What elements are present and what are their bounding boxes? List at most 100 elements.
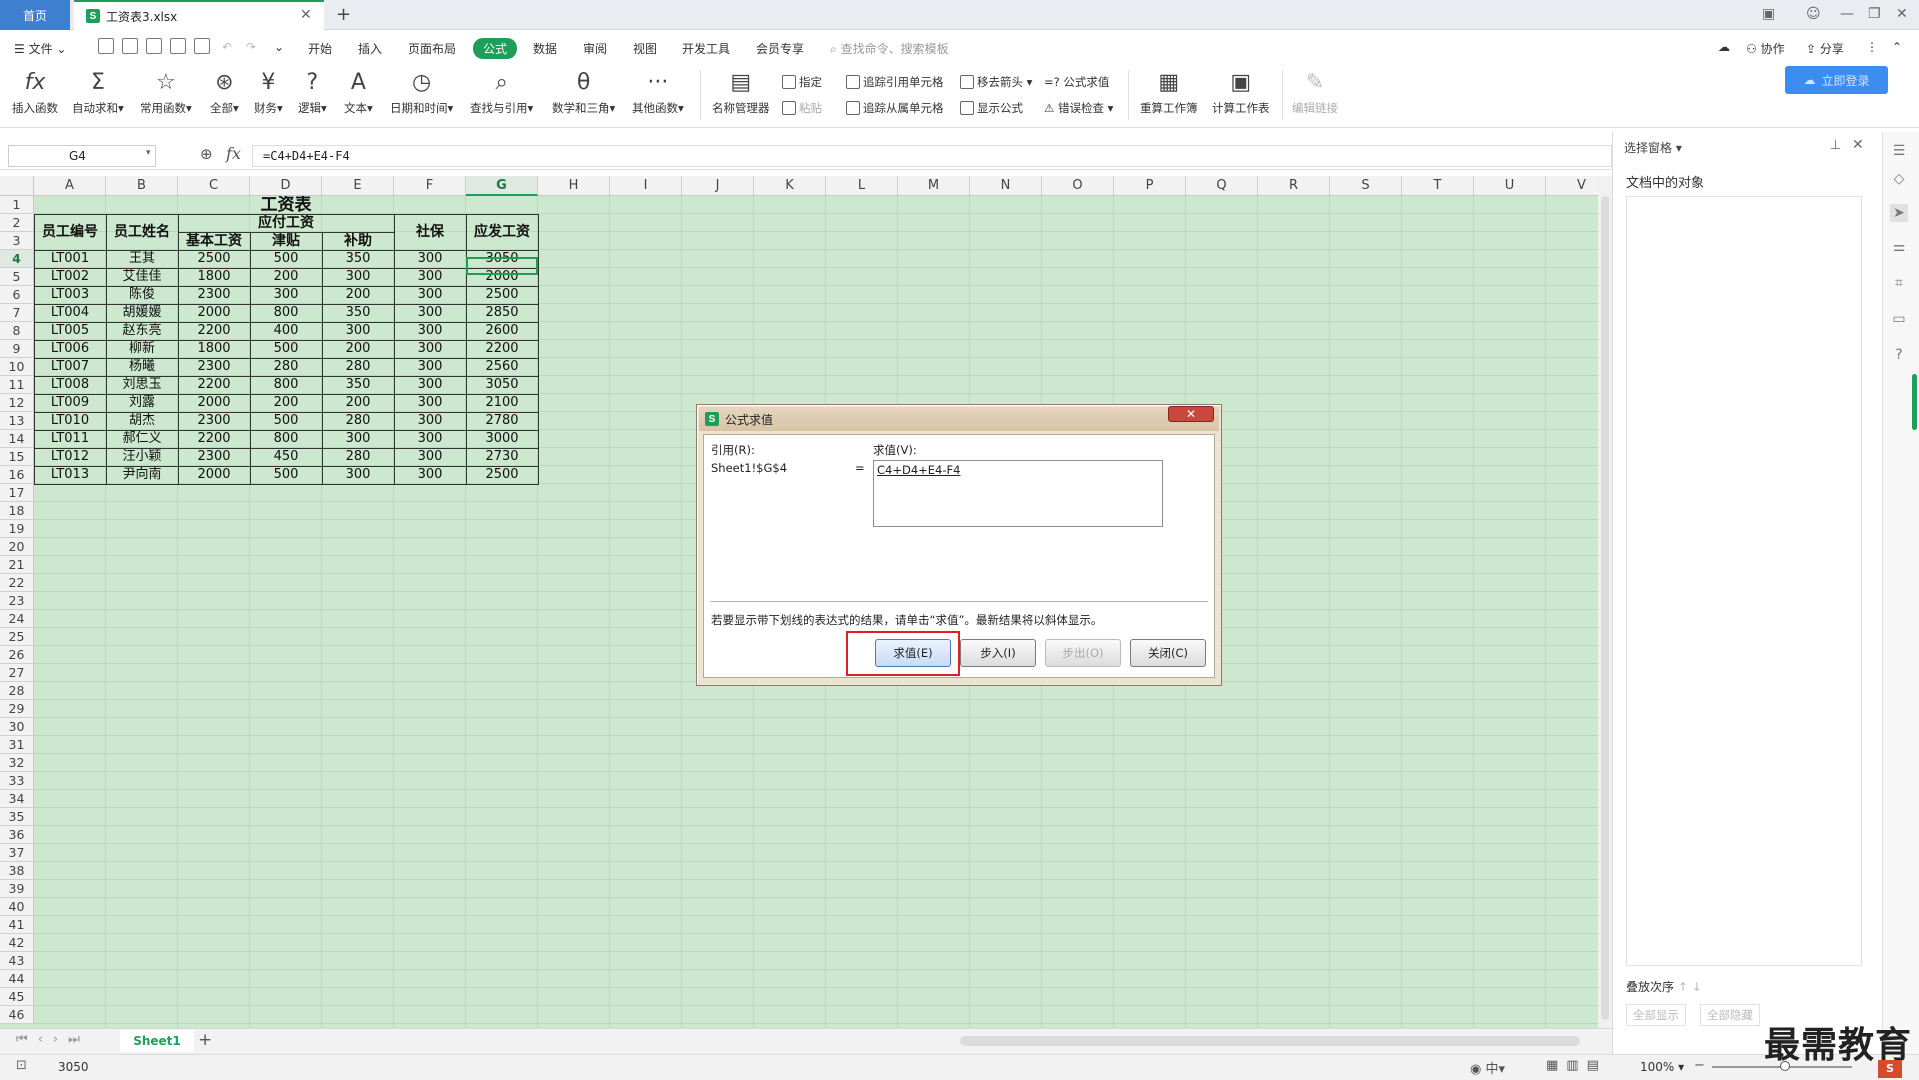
menu-review[interactable]: 审阅: [583, 40, 607, 57]
row-header[interactable]: 5: [0, 268, 34, 286]
column-header[interactable]: T: [1402, 176, 1474, 196]
minimize-icon[interactable]: —: [1840, 6, 1854, 22]
column-header[interactable]: P: [1114, 176, 1186, 196]
add-sheet-icon[interactable]: +: [198, 1030, 212, 1050]
row-header[interactable]: 12: [0, 394, 34, 412]
close-window-icon[interactable]: ✕: [1896, 6, 1908, 22]
selected-cell[interactable]: [466, 257, 538, 275]
collapse-ribbon-icon[interactable]: ⌃: [1892, 40, 1902, 54]
fx-icon[interactable]: fx: [226, 144, 241, 163]
zoom-out-icon[interactable]: −: [1694, 1058, 1705, 1073]
row-header[interactable]: 28: [0, 682, 34, 700]
autosum-button[interactable]: Σ 自动求和▾: [72, 70, 124, 116]
dialog-titlebar[interactable]: S 公式求值: [699, 407, 1219, 431]
column-header[interactable]: C: [178, 176, 250, 196]
share-button[interactable]: ⇪ 分享: [1806, 40, 1844, 57]
sheet-tab[interactable]: Sheet1: [120, 1030, 194, 1052]
show-all-button[interactable]: 全部显示: [1626, 1004, 1686, 1026]
step-in-button[interactable]: 步入(I): [960, 639, 1036, 667]
row-header[interactable]: 19: [0, 520, 34, 538]
restore-icon[interactable]: ❐: [1868, 6, 1881, 22]
menu-insert[interactable]: 插入: [358, 40, 382, 57]
evaluation-box[interactable]: C4+D4+E4-F4: [873, 460, 1163, 527]
lookup-button[interactable]: ⌕ 查找与引用▾: [470, 70, 533, 116]
print-icon[interactable]: [170, 38, 186, 54]
tab-workbook[interactable]: S 工资表3.xlsx: [74, 0, 324, 30]
column-header[interactable]: S: [1330, 176, 1402, 196]
cursor-icon[interactable]: ➤: [1890, 204, 1908, 222]
row-header[interactable]: 18: [0, 502, 34, 520]
column-header[interactable]: E: [322, 176, 394, 196]
financial-button[interactable]: ¥ 财务▾: [254, 70, 283, 116]
column-header[interactable]: Q: [1186, 176, 1258, 196]
row-header[interactable]: 37: [0, 844, 34, 862]
file-menu[interactable]: ☰ 文件 ⌄: [14, 40, 66, 57]
column-header[interactable]: M: [898, 176, 970, 196]
close-tab-icon[interactable]: ✕: [300, 7, 312, 23]
column-header[interactable]: I: [610, 176, 682, 196]
panel-scroll-indicator[interactable]: [1912, 374, 1917, 430]
objects-list[interactable]: [1626, 196, 1862, 966]
logical-button[interactable]: ? 逻辑▾: [298, 70, 327, 116]
move-up-icon[interactable]: ↑: [1678, 980, 1688, 994]
row-header[interactable]: 31: [0, 736, 34, 754]
pin-icon[interactable]: ⊥: [1830, 138, 1841, 153]
crop-icon[interactable]: ⌗: [1890, 274, 1908, 292]
shape-icon[interactable]: ◇: [1890, 170, 1908, 188]
collapse-icon[interactable]: ☰: [1890, 142, 1908, 160]
column-header[interactable]: R: [1258, 176, 1330, 196]
column-header[interactable]: J: [682, 176, 754, 196]
step-out-button[interactable]: 步出(O): [1045, 639, 1121, 667]
other-functions-button[interactable]: ··· 其他函数▾: [632, 70, 684, 116]
print-preview-icon[interactable]: [194, 38, 210, 54]
new-tab-icon[interactable]: +: [336, 4, 351, 25]
menu-page-layout[interactable]: 页面布局: [408, 40, 456, 57]
row-header[interactable]: 10: [0, 358, 34, 376]
command-search[interactable]: ⌕ 查找命令、搜索模板: [830, 40, 949, 57]
name-box[interactable]: G4: [8, 145, 156, 167]
view-mode-icons[interactable]: ▦▥▤: [1546, 1058, 1607, 1073]
error-check-button[interactable]: ⚠ 错误检查 ▾: [1044, 100, 1113, 116]
row-header[interactable]: 13: [0, 412, 34, 430]
menu-start[interactable]: 开始: [308, 40, 332, 57]
quick-access-more-icon[interactable]: ⌄: [274, 40, 284, 54]
assign-button[interactable]: 指定: [782, 74, 822, 90]
more-icon[interactable]: ⋮: [1866, 40, 1878, 54]
row-header[interactable]: 21: [0, 556, 34, 574]
row-header[interactable]: 6: [0, 286, 34, 304]
column-header[interactable]: U: [1474, 176, 1546, 196]
row-header[interactable]: 7: [0, 304, 34, 322]
avatar[interactable]: ☺: [1806, 6, 1821, 22]
format-painter-icon[interactable]: [146, 38, 162, 54]
edit-links-button[interactable]: ✎ 编辑链接: [1292, 70, 1338, 116]
row-header[interactable]: 39: [0, 880, 34, 898]
row-header[interactable]: 24: [0, 610, 34, 628]
menu-formulas[interactable]: 公式: [473, 38, 518, 59]
text-button[interactable]: A 文本▾: [344, 70, 373, 116]
common-functions-button[interactable]: ☆ 常用函数▾: [140, 70, 192, 116]
row-header[interactable]: 14: [0, 430, 34, 448]
row-header[interactable]: 23: [0, 592, 34, 610]
row-header[interactable]: 2: [0, 214, 34, 232]
row-header[interactable]: 20: [0, 538, 34, 556]
show-formulas-button[interactable]: 显示公式: [960, 100, 1023, 116]
tab-home[interactable]: 首页: [0, 0, 70, 30]
undo-icon[interactable]: ↶: [222, 40, 232, 54]
row-header[interactable]: 36: [0, 826, 34, 844]
trace-dependents-button[interactable]: 追踪从属单元格: [846, 100, 944, 116]
row-header[interactable]: 15: [0, 448, 34, 466]
row-header[interactable]: 45: [0, 988, 34, 1006]
row-header[interactable]: 35: [0, 808, 34, 826]
formula-input[interactable]: =C4+D4+E4-F4: [252, 145, 1612, 167]
menu-view[interactable]: 视图: [633, 40, 657, 57]
close-button[interactable]: 关闭(C): [1130, 639, 1206, 667]
backup-icon[interactable]: ▭: [1890, 310, 1908, 328]
column-header[interactable]: G: [466, 176, 538, 196]
row-header[interactable]: 41: [0, 916, 34, 934]
redo-icon[interactable]: ↷: [246, 40, 256, 54]
hide-all-button[interactable]: 全部隐藏: [1700, 1004, 1760, 1026]
row-header[interactable]: 3: [0, 232, 34, 250]
row-header[interactable]: 26: [0, 646, 34, 664]
column-header[interactable]: A: [34, 176, 106, 196]
column-header[interactable]: N: [970, 176, 1042, 196]
